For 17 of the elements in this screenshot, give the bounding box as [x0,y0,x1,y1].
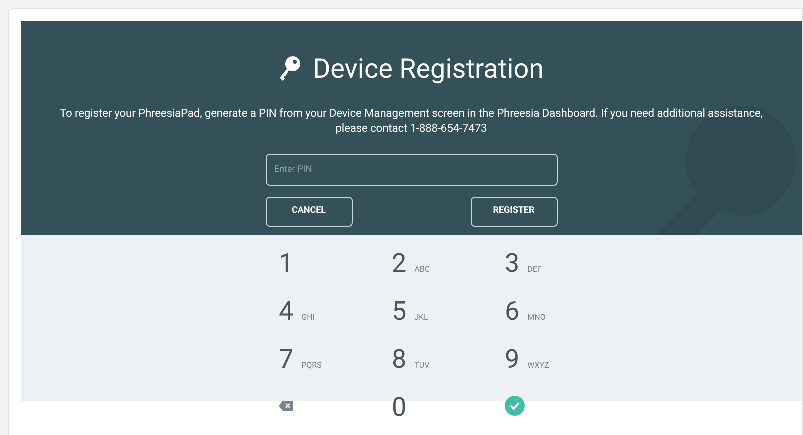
register-button[interactable]: REGISTER [470,196,558,226]
page-title: Device Registration [312,52,544,87]
instructions-text: To register your PhreesiaPad, generate a PIN from your Device Management screen in the Phreesia Dashboard. If you need additional assistance, please contact 1-888-654-7473 [59,106,764,136]
keypad-key[interactable]: 2 ABC [384,240,438,284]
pin-input-field[interactable]: Enter PIN [266,154,558,186]
keypad-key[interactable]: 5 JKL [384,288,436,332]
check-icon [505,396,525,416]
keypad-key[interactable]: 7 PQRS [271,336,330,380]
keypad-key[interactable]: 4 GHI [271,288,323,332]
keypad-key[interactable]: 6 MNO [497,288,554,332]
key-icon [278,56,301,82]
keypad-key[interactable]: 1 [271,240,302,284]
cancel-button[interactable]: CANCEL [266,196,352,226]
keypad-key[interactable]: 0 [384,384,415,428]
keypad-key[interactable]: 9 WXYZ [497,336,558,380]
keypad-key[interactable]: 3 DEF [497,240,550,284]
keypad-key[interactable]: 8 TUV [384,336,438,380]
